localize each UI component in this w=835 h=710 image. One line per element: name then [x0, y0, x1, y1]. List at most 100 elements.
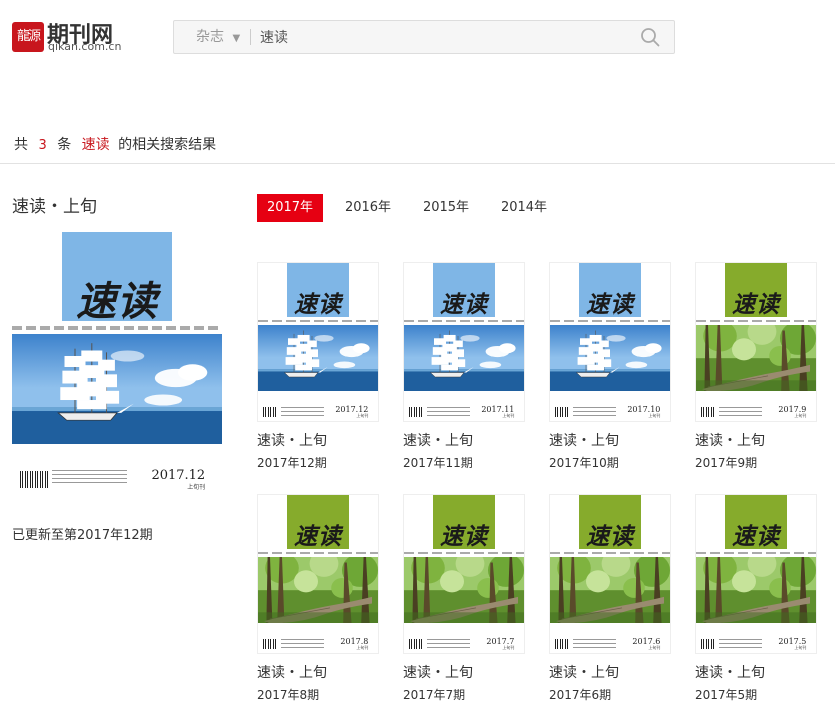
magazine-cover[interactable]: 速读 2017.7 上旬刊: [403, 494, 525, 654]
issue-cover[interactable]: 速读 2017.10 上旬刊: [549, 262, 671, 422]
issue-card[interactable]: 速读 2017.6 上旬刊速读・上旬 2017年6期: [549, 494, 671, 703]
issue-number: 2017年8期: [257, 688, 320, 702]
search-scope-select[interactable]: 杂志 ▼: [196, 21, 240, 53]
cover-edition-label: 上旬刊: [356, 645, 369, 651]
issue-number: 2017年11期: [403, 456, 473, 470]
logo-badge: 龍源: [12, 22, 44, 52]
issue-card[interactable]: 速读 2017.5 上旬刊速读・上旬 2017年5期: [695, 494, 817, 703]
issue-cover[interactable]: 速读 2017.8 上旬刊: [257, 494, 379, 654]
cover-edition-label: 上旬刊: [502, 413, 515, 419]
issue-title[interactable]: 速读・上旬: [257, 662, 379, 682]
issue-cover[interactable]: 速读 2017.6 上旬刊: [549, 494, 671, 654]
cover-text-lines: [718, 638, 762, 648]
cover-edition-label: 上旬刊: [356, 413, 369, 419]
cover-masthead-text: 速读: [294, 523, 342, 551]
magazine-cover[interactable]: 速读 2017.12 上旬刊: [12, 232, 222, 494]
cover-contents-strip: [696, 551, 816, 555]
cover-photo: [550, 549, 670, 623]
cover-edition-label: 上旬刊: [794, 645, 807, 651]
cover-footer: 2017.12 上旬刊: [258, 390, 378, 421]
results-divider: [0, 163, 835, 164]
issue-card[interactable]: 速读 2017.11 上旬刊速读・上旬 2017年11期: [403, 262, 525, 471]
year-tab[interactable]: 2014年: [491, 194, 557, 222]
results-summary: 共 3 条 速读 的相关搜索结果: [14, 134, 216, 154]
cover-photo: [550, 324, 670, 391]
cover-masthead-text: 速读: [294, 291, 342, 319]
year-tab[interactable]: 2017年: [257, 194, 323, 222]
cover-contents-strip: [696, 319, 816, 323]
issue-number: 2017年12期: [257, 456, 327, 470]
search-icon[interactable]: [640, 27, 660, 47]
issue-title[interactable]: 速读・上旬: [403, 430, 525, 450]
magazine-cover[interactable]: 速读 2017.8 上旬刊: [257, 494, 379, 654]
cover-masthead-text: 速读: [76, 277, 158, 325]
issue-title[interactable]: 速读・上旬: [695, 662, 817, 682]
cover-text-lines: [572, 638, 616, 648]
featured-magazine-title[interactable]: 速读・上旬: [12, 192, 97, 217]
issue-title[interactable]: 速读・上旬: [257, 430, 379, 450]
issue-card[interactable]: 速读 2017.12 上旬刊速读・上旬 2017年12期: [257, 262, 379, 471]
summary-unit: 条: [57, 137, 72, 153]
issue-card[interactable]: 速读 2017.10 上旬刊速读・上旬 2017年10期: [549, 262, 671, 471]
issue-cover[interactable]: 速读 2017.11 上旬刊: [403, 262, 525, 422]
issue-cover[interactable]: 速读 2017.7 上旬刊: [403, 494, 525, 654]
cover-contents-strip: [404, 319, 524, 323]
barcode-icon: [262, 407, 279, 418]
cover-contents-strip: [404, 551, 524, 555]
issue-number: 2017年5期: [695, 688, 758, 702]
issue-card[interactable]: 速读 2017.9 上旬刊速读・上旬 2017年9期: [695, 262, 817, 471]
search-divider: [250, 29, 251, 45]
cover-footer: 2017.7 上旬刊: [404, 622, 524, 653]
cover-contents-strip: [550, 551, 670, 555]
issue-title[interactable]: 速读・上旬: [549, 662, 671, 682]
cover-masthead-text: 速读: [732, 291, 780, 319]
cover-masthead-text: 速读: [440, 523, 488, 551]
cover-edition-label: 上旬刊: [187, 484, 206, 492]
issue-cover[interactable]: 速读 2017.5 上旬刊: [695, 494, 817, 654]
cover-masthead-text: 速读: [586, 291, 634, 319]
cover-footer: 2017.11 上旬刊: [404, 390, 524, 421]
site-logo[interactable]: 龍源 期刊网 qikan.com.cn: [12, 20, 124, 54]
cover-contents-strip: [258, 319, 378, 323]
barcode-icon: [20, 471, 48, 489]
featured-magazine-cover[interactable]: 速读 2017.12 上旬刊: [12, 232, 222, 494]
cover-footer: 2017.6 上旬刊: [550, 622, 670, 653]
issue-number: 2017年10期: [549, 456, 619, 470]
search-keyword: 速读: [81, 137, 110, 153]
barcode-icon: [262, 639, 279, 650]
cover-text-lines: [51, 470, 128, 486]
magazine-cover[interactable]: 速读 2017.5 上旬刊: [695, 494, 817, 654]
magazine-cover[interactable]: 速读 2017.9 上旬刊: [695, 262, 817, 422]
logo-domain: qikan.com.cn: [48, 40, 122, 53]
issue-number: 2017年6期: [549, 688, 612, 702]
cover-photo: [12, 334, 222, 445]
issue-title[interactable]: 速读・上旬: [403, 662, 525, 682]
cover-photo: [258, 324, 378, 391]
magazine-cover[interactable]: 速读 2017.6 上旬刊: [549, 494, 671, 654]
issue-card[interactable]: 速读 2017.8 上旬刊速读・上旬 2017年8期: [257, 494, 379, 703]
cover-photo: [258, 549, 378, 623]
magazine-cover[interactable]: 速读 2017.11 上旬刊: [403, 262, 525, 422]
cover-text-lines: [426, 638, 470, 648]
cover-masthead-text: 速读: [586, 523, 634, 551]
cover-text-lines: [280, 638, 324, 648]
issue-number: 2017年9期: [695, 456, 758, 470]
cover-footer: 2017.10 上旬刊: [550, 390, 670, 421]
year-tab[interactable]: 2016年: [335, 194, 401, 222]
issue-title[interactable]: 速读・上旬: [695, 430, 817, 450]
cover-photo: [696, 549, 816, 623]
magazine-cover[interactable]: 速读 2017.12 上旬刊: [257, 262, 379, 422]
cover-issue-date: 2017.12: [151, 468, 206, 484]
cover-contents-strip: [258, 551, 378, 555]
barcode-icon: [408, 639, 425, 650]
issue-title[interactable]: 速读・上旬: [549, 430, 671, 450]
issue-cover[interactable]: 速读 2017.12 上旬刊: [257, 262, 379, 422]
search-input[interactable]: [258, 22, 622, 52]
issue-cover[interactable]: 速读 2017.9 上旬刊: [695, 262, 817, 422]
issue-card[interactable]: 速读 2017.7 上旬刊 速读・上旬 2017年7期: [403, 494, 525, 703]
cover-footer: 2017.9 上旬刊: [696, 390, 816, 421]
summary-suffix: 的相关搜索结果: [118, 137, 217, 153]
magazine-cover[interactable]: 速读 2017.10 上旬刊: [549, 262, 671, 422]
year-tab[interactable]: 2015年: [413, 194, 479, 222]
search-bar: 杂志 ▼: [173, 20, 675, 54]
